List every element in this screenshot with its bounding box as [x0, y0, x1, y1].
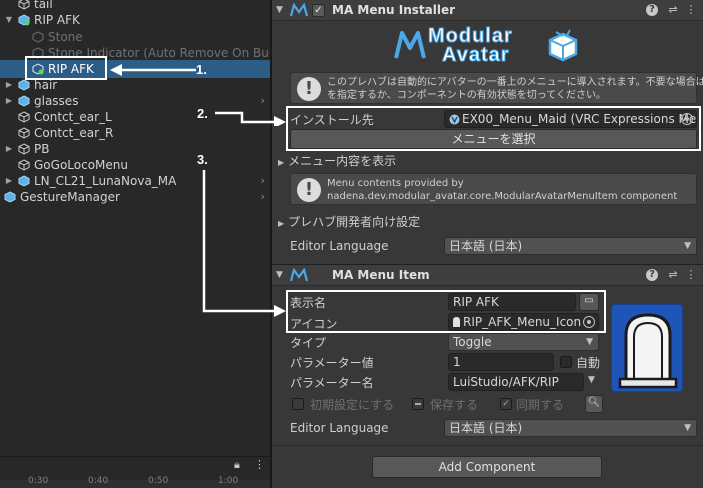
divider — [272, 445, 703, 446]
annotation-arrow-1 — [110, 64, 196, 76]
sync-checkbox[interactable]: ✓ — [500, 398, 512, 410]
gameobject-icon — [18, 111, 30, 123]
gameobject-icon — [18, 143, 30, 155]
dropdown-value: 日本語 (日本) — [449, 239, 523, 253]
add-component-button[interactable]: Add Component — [372, 456, 602, 478]
help-icon[interactable]: ? — [646, 269, 658, 281]
expand-arrow-icon[interactable]: ▼ — [276, 5, 283, 15]
logo-box-icon — [548, 29, 578, 62]
foldout-label: プレハブ開発者向け設定 — [288, 215, 421, 229]
tombstone-icon — [618, 313, 678, 389]
editor-language-dropdown[interactable]: 日本語 (日本) ▼ — [444, 419, 697, 437]
help-icon[interactable]: ? — [646, 4, 658, 16]
hierarchy-label: GestureManager — [20, 190, 120, 204]
save-checkbox[interactable] — [412, 398, 424, 410]
annotation-arrow-3 — [202, 170, 286, 317]
initial-setting-label: 初期設定にする — [310, 398, 395, 412]
parameter-dropdown-arrow-icon[interactable]: ▼ — [588, 375, 595, 385]
timeline-ruler[interactable]: 0:30 0:40 0:50 1:00 — [0, 476, 271, 488]
collapse-arrow-icon: ▶ — [278, 158, 285, 167]
annotation-label-1: 1. — [196, 62, 207, 77]
kebab-menu-icon[interactable]: ⋮ — [684, 268, 698, 282]
parameter-value: 1 — [453, 355, 461, 369]
icon-preview — [611, 304, 683, 392]
prefab-developer-settings-foldout[interactable]: ▶ プレハブ開発者向け設定 — [278, 213, 420, 230]
info-icon: ! — [297, 77, 321, 101]
hierarchy-label: RIP AFK — [34, 13, 80, 27]
type-dropdown[interactable]: Toggle ▼ — [448, 333, 599, 351]
annotation-label-3: 3. — [197, 152, 208, 167]
timeline-tick: 0:50 — [148, 476, 169, 486]
parameter-name-label: パラメーター名 — [290, 376, 374, 390]
auto-label: 自動 — [576, 356, 601, 370]
kebab-menu-icon[interactable]: ⋮ — [254, 458, 265, 471]
hierarchy-item-rip-afk-parent[interactable]: ▼ RIP AFK — [0, 11, 271, 29]
parameter-name-input[interactable]: LuiStudio/AFK/RIP — [448, 373, 584, 391]
annotation-box-1 — [25, 56, 107, 80]
sync-label: 同期する — [516, 398, 565, 412]
lock-icon[interactable]: 🔒︎ — [234, 458, 240, 472]
search-button[interactable]: 🔍︎ — [585, 395, 603, 413]
annotation-box-3 — [286, 290, 606, 333]
prefab-icon — [18, 79, 30, 91]
helpbox-text-line1: このプレハブは自動的にアバターの一番上のメニューに導入されます。不要な場合は別の… — [327, 77, 703, 88]
parameter-value-input[interactable]: 1 — [448, 353, 554, 371]
modular-avatar-icon — [290, 3, 308, 17]
expand-arrow-icon[interactable]: ▼ — [4, 11, 14, 29]
helpbox-text-line2: nadena.dev.modular_avatar.core.ModularAv… — [327, 191, 678, 202]
annotation-box-2 — [286, 106, 701, 151]
search-icon: 🔍︎ — [587, 397, 601, 408]
initial-setting-checkbox[interactable] — [292, 398, 304, 410]
helpbox-text-line1: Menu contents provided by — [327, 178, 464, 189]
component-enabled-checkbox[interactable]: ✓ — [312, 4, 325, 17]
timeline-tick: 0:30 — [28, 476, 49, 486]
helpbox-text-line2: を指定するか、コンポーネントの有効状態を切ってください。 — [327, 90, 606, 101]
menu-provider-helpbox: ! Menu contents provided by nadena.dev.m… — [290, 173, 697, 205]
component-title: MA Menu Item — [332, 268, 430, 282]
dropdown-arrow-icon: ▼ — [586, 337, 593, 347]
modular-avatar-icon — [290, 268, 308, 282]
gameobject-icon — [18, 159, 30, 171]
logo-m-mark — [394, 31, 426, 59]
modular-avatar-logo: Modular Avatar — [394, 24, 584, 68]
show-menu-contents-foldout[interactable]: ▶ メニュー内容を表示 — [278, 152, 396, 169]
prefab-icon — [18, 175, 30, 187]
timeline-tick: 1:00 — [218, 476, 239, 486]
auto-checkbox[interactable] — [560, 356, 572, 368]
annotation-arrow-2 — [215, 111, 286, 126]
foldout-label: メニュー内容を表示 — [288, 154, 397, 168]
logo-text-avatar: Avatar — [442, 44, 510, 67]
inspector-panel: ▼ ✓ MA Menu Installer ? ⇌ ⋮ Modular Avat… — [272, 0, 703, 488]
editor-language-label: Editor Language — [290, 239, 389, 253]
preset-icon[interactable]: ⇌ — [666, 268, 680, 282]
menu-installer-header[interactable]: ▼ ✓ MA Menu Installer ? ⇌ ⋮ — [272, 0, 703, 21]
dropdown-value: Toggle — [453, 335, 492, 349]
prefab-icon — [18, 14, 30, 26]
parameter-name-value: LuiStudio/AFK/RIP — [453, 375, 559, 389]
menu-item-header[interactable]: ▼ MA Menu Item ? ⇌ ⋮ — [272, 264, 703, 286]
gameobject-icon — [18, 0, 30, 10]
type-label: タイプ — [290, 336, 327, 350]
dropdown-value: 日本語 (日本) — [449, 421, 523, 435]
timeline-tick: 0:40 — [88, 476, 109, 486]
prefab-info-helpbox: ! このプレハブは自動的にアバターの一番上のメニューに導入されます。不要な場合は… — [290, 72, 703, 104]
gameobject-icon — [32, 31, 44, 43]
prefab-icon — [4, 191, 16, 203]
component-title: MA Menu Installer — [332, 3, 456, 17]
parameter-value-label: パラメーター値 — [290, 356, 374, 370]
editor-language-label: Editor Language — [290, 421, 389, 435]
preset-icon[interactable]: ⇌ — [666, 3, 680, 17]
editor-language-dropdown[interactable]: 日本語 (日本) ▼ — [444, 237, 697, 255]
dropdown-arrow-icon: ▼ — [684, 423, 691, 433]
dropdown-arrow-icon: ▼ — [684, 241, 691, 251]
save-label: 保存する — [430, 398, 479, 412]
gameobject-icon — [18, 127, 30, 139]
prefab-icon — [18, 95, 30, 107]
kebab-menu-icon[interactable]: ⋮ — [684, 3, 698, 17]
info-icon: ! — [297, 178, 321, 202]
annotation-label-2: 2. — [197, 106, 208, 121]
